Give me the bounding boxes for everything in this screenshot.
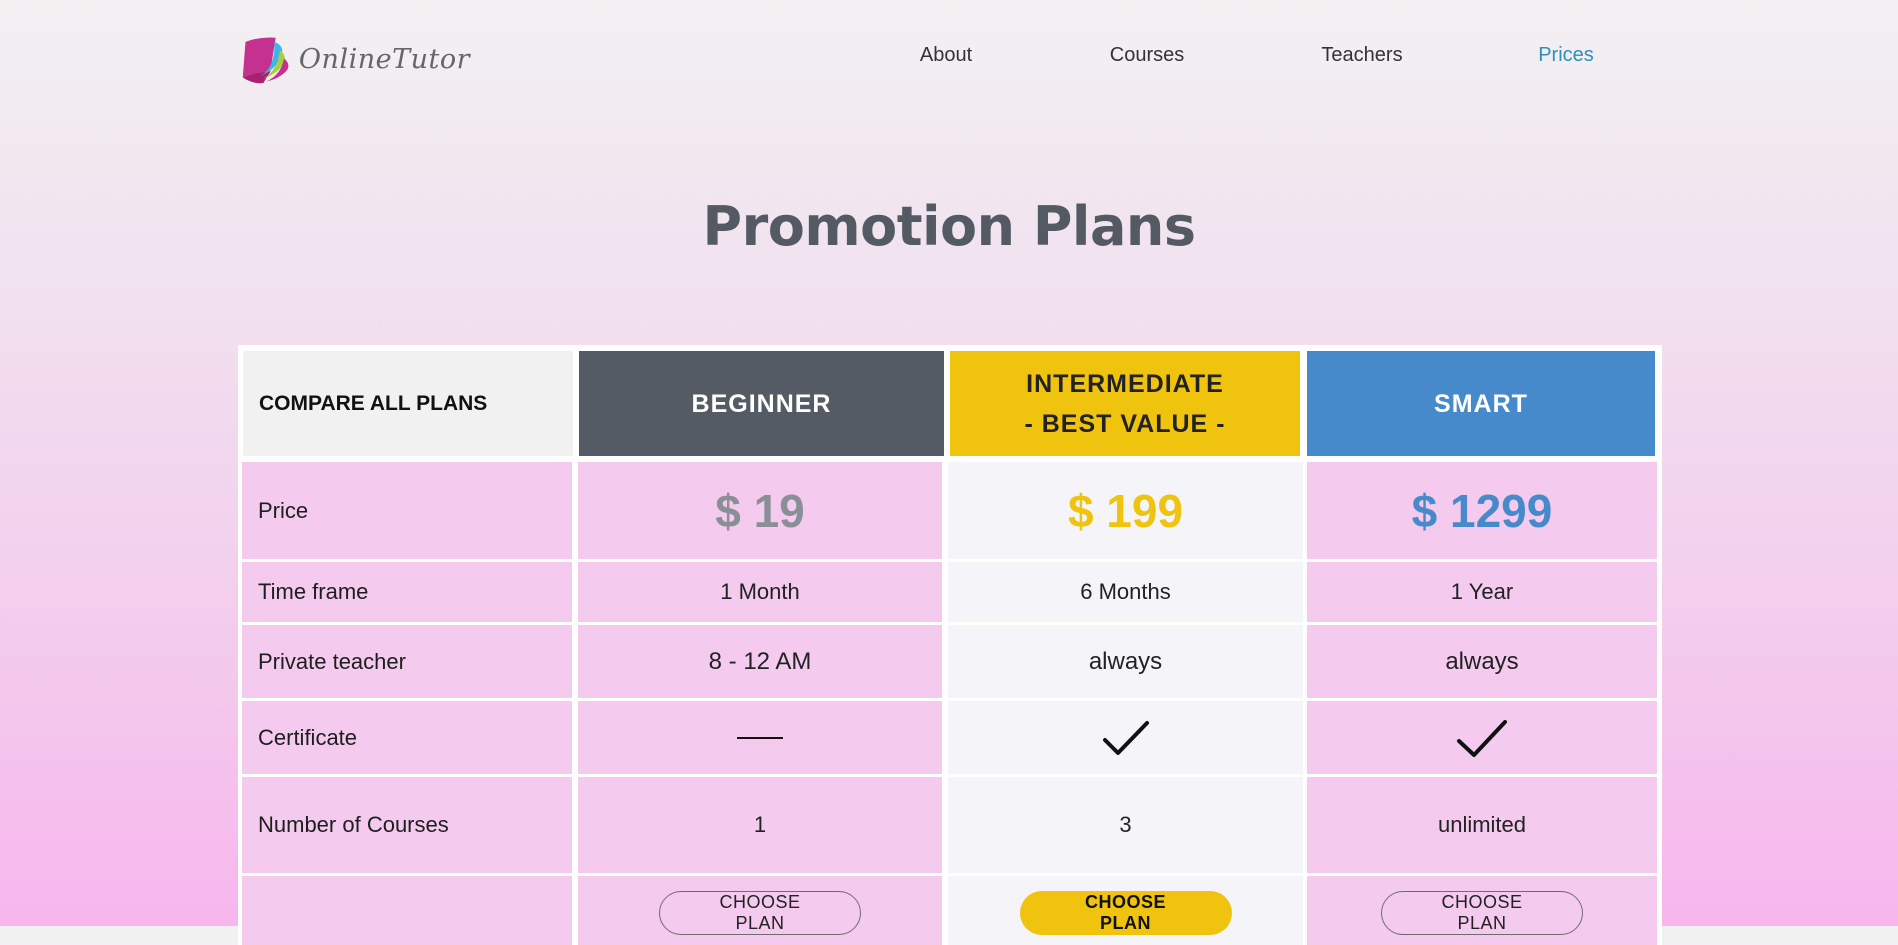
nav-prices[interactable]: Prices bbox=[1538, 44, 1594, 67]
checkmark-icon bbox=[1457, 719, 1507, 757]
beginner-button-cell: CHOOSE PLAN bbox=[578, 876, 942, 945]
beginner-courses: 1 bbox=[578, 777, 942, 873]
smart-certificate bbox=[1307, 701, 1657, 774]
row-label-price: Price bbox=[242, 462, 572, 559]
row-label-certificate: Certificate bbox=[242, 701, 572, 774]
beginner-price: $ 19 bbox=[578, 462, 942, 559]
nav-about[interactable]: About bbox=[920, 44, 972, 67]
row-label-private-teacher: Private teacher bbox=[242, 625, 572, 698]
plans-table: COMPARE ALL PLANS BEGINNER INTERMEDIATE … bbox=[238, 345, 1662, 945]
row-label-courses: Number of Courses bbox=[242, 777, 572, 873]
page-title: Promotion Plans bbox=[702, 195, 1196, 258]
intermediate-plan-name: INTERMEDIATE bbox=[1026, 369, 1224, 398]
intermediate-time-frame: 6 Months bbox=[948, 562, 1303, 622]
smart-plan-name: SMART bbox=[1434, 389, 1528, 418]
smart-choose-plan-button[interactable]: CHOOSE PLAN bbox=[1381, 891, 1583, 935]
beginner-choose-plan-button[interactable]: CHOOSE PLAN bbox=[659, 891, 861, 935]
smart-plan-header: SMART bbox=[1307, 351, 1655, 456]
row-label-time-frame: Time frame bbox=[242, 562, 572, 622]
beginner-private-teacher: 8 - 12 AM bbox=[578, 625, 942, 698]
nav-courses[interactable]: Courses bbox=[1110, 44, 1184, 67]
nav-teachers[interactable]: Teachers bbox=[1321, 44, 1402, 67]
beginner-time-frame: 1 Month bbox=[578, 562, 942, 622]
compare-all-plans-header: COMPARE ALL PLANS bbox=[243, 351, 573, 456]
smart-button-cell: CHOOSE PLAN bbox=[1307, 876, 1657, 945]
intermediate-button-cell: CHOOSE PLAN bbox=[948, 876, 1303, 945]
intermediate-price: $ 199 bbox=[948, 462, 1303, 559]
row-label-buttons bbox=[242, 876, 572, 945]
intermediate-plan-tag: - BEST VALUE - bbox=[1024, 409, 1226, 438]
smart-private-teacher: always bbox=[1307, 625, 1657, 698]
smart-price: $ 1299 bbox=[1307, 462, 1657, 559]
checkmark-icon bbox=[1102, 720, 1149, 755]
intermediate-plan-header: INTERMEDIATE - BEST VALUE - bbox=[950, 351, 1300, 456]
intermediate-choose-plan-button[interactable]: CHOOSE PLAN bbox=[1019, 891, 1232, 935]
main-nav: About Courses Teachers Prices bbox=[0, 44, 1898, 70]
dash-icon bbox=[737, 736, 783, 739]
intermediate-certificate bbox=[948, 701, 1303, 774]
beginner-plan-header: BEGINNER bbox=[579, 351, 944, 456]
beginner-certificate bbox=[578, 701, 942, 774]
intermediate-private-teacher: always bbox=[948, 625, 1303, 698]
smart-time-frame: 1 Year bbox=[1307, 562, 1657, 622]
beginner-plan-name: BEGINNER bbox=[691, 389, 832, 418]
smart-courses: unlimited bbox=[1307, 777, 1657, 873]
intermediate-courses: 3 bbox=[948, 777, 1303, 873]
